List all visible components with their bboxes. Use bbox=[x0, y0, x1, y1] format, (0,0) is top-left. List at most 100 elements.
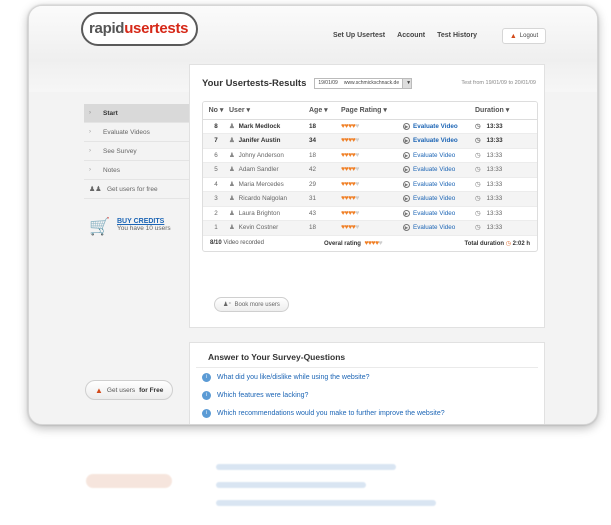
cell-action[interactable]: ▶ Evaluate Video bbox=[403, 220, 475, 236]
col-no-label: No bbox=[208, 107, 218, 115]
play-icon: ▶ bbox=[403, 122, 410, 130]
play-icon: ▶ bbox=[403, 209, 410, 217]
evaluate-video-link[interactable]: Evaluate Video bbox=[413, 224, 455, 231]
chevron-right-icon: › bbox=[89, 147, 91, 154]
rating-hearts: ♥♥♥♥♥ bbox=[341, 137, 359, 145]
user-icon: ♟ bbox=[229, 122, 235, 130]
evaluate-video-link[interactable]: Evaluate Video bbox=[413, 123, 458, 130]
rating-hearts: ♥♥♥♥♥ bbox=[341, 209, 359, 217]
nav-test-history[interactable]: Test History bbox=[437, 32, 477, 39]
cell-rating: ♥♥♥♥♥ bbox=[341, 177, 403, 192]
evaluate-video-link[interactable]: Evaluate Video bbox=[413, 210, 455, 217]
sidebar-item-start[interactable]: › Start bbox=[84, 104, 190, 123]
evaluate-video-link[interactable]: Evaluate Video bbox=[413, 181, 455, 188]
cell-no: 6 bbox=[203, 148, 229, 163]
cell-action[interactable]: ▶ Evaluate Video bbox=[403, 177, 475, 192]
buy-credits-link[interactable]: BUY CREDITS bbox=[117, 218, 171, 225]
logo-text-part2: usertests bbox=[124, 20, 189, 37]
credits-text: You have 10 users bbox=[117, 225, 171, 232]
cell-action[interactable]: ▶ Evaluate Video bbox=[403, 206, 475, 221]
evaluate-video-link[interactable]: Evaluate Video bbox=[413, 152, 455, 159]
recorded-label: Video recorded bbox=[223, 240, 264, 246]
sidebar-item-see-survey[interactable]: › See Survey bbox=[84, 142, 190, 161]
clock-icon: ◷ bbox=[475, 122, 481, 130]
sidebar-item-label: Notes bbox=[103, 166, 120, 174]
col-duration-label: Duration bbox=[475, 107, 504, 115]
user-name: Laura Brighton bbox=[238, 209, 280, 217]
cell-action[interactable]: ▶ Evaluate Video bbox=[403, 148, 475, 163]
play-icon: ▶ bbox=[403, 180, 410, 188]
col-user[interactable]: User ▾ bbox=[229, 102, 309, 120]
cell-action[interactable]: ▶ Evaluate Video bbox=[403, 133, 475, 149]
table-row[interactable]: 2 ♟ Laura Brighton 43 ♥♥♥♥♥ ▶ Evaluate Video ◷ 1… bbox=[203, 206, 537, 221]
duration-value: 13:33 bbox=[486, 195, 503, 203]
rating-hearts: ♥♥♥♥♥ bbox=[341, 151, 359, 159]
cell-action[interactable]: ▶ Evaluate Video bbox=[403, 162, 475, 178]
info-icon: i bbox=[202, 372, 211, 382]
table-row[interactable]: 1 ♟ Kevin Costner 18 ♥♥♥♥♥ ▶ Evaluate Video ◷ 13… bbox=[203, 220, 537, 236]
survey-panel: Answer to Your Survey-Questions i What di… bbox=[189, 342, 545, 424]
cell-no: 1 bbox=[203, 220, 229, 236]
user-name: Johny Anderson bbox=[238, 151, 284, 159]
sidebar-item-get-users[interactable]: ♟♟ Get users for free bbox=[84, 180, 190, 199]
results-table: No ▾ User ▾ Age ▾ Page Rating ▾ Duration… bbox=[203, 102, 537, 236]
cell-duration: ◷ 13:33 bbox=[475, 206, 537, 221]
info-icon: i bbox=[202, 408, 211, 418]
cell-action[interactable]: ▶ Evaluate Video bbox=[403, 119, 475, 134]
evaluate-video-link[interactable]: Evaluate Video bbox=[413, 166, 455, 173]
evaluate-video-link[interactable]: Evaluate Video bbox=[413, 195, 455, 202]
table-row[interactable]: 6 ♟ Johny Anderson 18 ♥♥♥♥♥ ▶ Evaluate Video ◷ 1… bbox=[203, 148, 537, 163]
clock-icon: ◷ bbox=[475, 209, 481, 217]
table-row[interactable]: 4 ♟ Maria Mercedes 29 ♥♥♥♥♥ ▶ Evaluate Video ◷ 1… bbox=[203, 177, 537, 192]
table-row[interactable]: 7 ♟ Janifer Austin 34 ♥♥♥♥♥ ▶ Evaluate Video ◷ 1… bbox=[203, 133, 537, 149]
clock-icon: ◷ bbox=[475, 166, 481, 174]
play-icon: ▶ bbox=[403, 166, 410, 174]
total-value: 2:02 h bbox=[512, 240, 530, 247]
clock-icon: ◷ bbox=[475, 195, 481, 203]
cell-duration: ◷ 13:33 bbox=[475, 220, 537, 236]
nav-account[interactable]: Account bbox=[397, 32, 425, 39]
survey-question[interactable]: i What did you like/dislike while using t… bbox=[190, 368, 544, 386]
get-users-bold: for Free bbox=[139, 386, 164, 394]
nav-set-up-usertest[interactable]: Set Up Usertest bbox=[333, 32, 385, 39]
table-row[interactable]: 8 ♟ Mark Medlock 18 ♥♥♥♥♥ ▶ Evaluate Video ◷ 13:… bbox=[203, 119, 537, 134]
user-icon: ♟ bbox=[229, 209, 235, 217]
cell-no: 8 bbox=[203, 119, 229, 134]
logo[interactable]: rapidusertests bbox=[81, 12, 199, 46]
test-range: Test from 19/01/09 to 20/01/09 bbox=[461, 80, 536, 86]
cell-action[interactable]: ▶ Evaluate Video bbox=[403, 191, 475, 207]
reflection bbox=[28, 428, 598, 518]
get-users-label: Get users bbox=[106, 386, 136, 394]
reflection-line bbox=[216, 482, 366, 488]
book-more-users-button[interactable]: ♟⁺ Book more users bbox=[214, 297, 289, 312]
col-age[interactable]: Age ▾ bbox=[309, 102, 341, 120]
book-label: Book more users bbox=[234, 301, 280, 308]
evaluate-video-link[interactable]: Evaluate Video bbox=[413, 137, 458, 144]
survey-question[interactable]: i Which recommendations would you make to… bbox=[190, 404, 544, 422]
col-duration[interactable]: Duration ▾ bbox=[475, 102, 537, 120]
screenshot-stage: rapidusertests Set Up Usertest Account T… bbox=[0, 0, 611, 525]
sidebar-item-label: Evaluate Videos bbox=[103, 128, 150, 136]
col-no[interactable]: No ▾ bbox=[203, 102, 229, 120]
total-label: Total duration bbox=[464, 240, 505, 247]
col-page-rating[interactable]: Page Rating ▾ bbox=[341, 102, 403, 120]
sidebar-item-evaluate-videos[interactable]: › Evaluate Videos bbox=[84, 123, 190, 142]
table-row[interactable]: 3 ♟ Ricardo Nalgolan 31 ♥♥♥♥♥ ▶ Evaluate Video… bbox=[203, 191, 537, 207]
table-row[interactable]: 5 ♟ Adam Sandler 42 ♥♥♥♥♥ ▶ Evaluate Video ◷ 13:… bbox=[203, 162, 537, 178]
test-select[interactable]: 19/01/09 www.schmickschnack.de ▼ bbox=[314, 77, 413, 89]
cell-no: 4 bbox=[203, 177, 229, 192]
get-users-free-button[interactable]: ▲ Get users for Free bbox=[85, 380, 174, 400]
cell-user: ♟ Ricardo Nalgolan bbox=[229, 191, 309, 207]
cart-icon: 🛒 bbox=[89, 217, 111, 236]
survey-question[interactable]: i Which features were lacking? bbox=[190, 386, 544, 404]
cell-user: ♟ Kevin Costner bbox=[229, 220, 309, 236]
top-nav: Set Up Usertest Account Test History bbox=[333, 32, 477, 39]
sidebar-item-notes[interactable]: › Notes bbox=[84, 161, 190, 180]
cell-user: ♟ Adam Sandler bbox=[229, 162, 309, 178]
logout-button[interactable]: ▲ Logout bbox=[502, 28, 546, 44]
user-name: Adam Sandler bbox=[238, 166, 279, 174]
table-header-row: No ▾ User ▾ Age ▾ Page Rating ▾ Duration… bbox=[203, 102, 537, 120]
chevron-right-icon: › bbox=[89, 109, 91, 116]
overall-rating: Overal rating ♥♥♥♥♥ bbox=[324, 240, 383, 247]
person-icon: ▲ bbox=[95, 385, 103, 395]
